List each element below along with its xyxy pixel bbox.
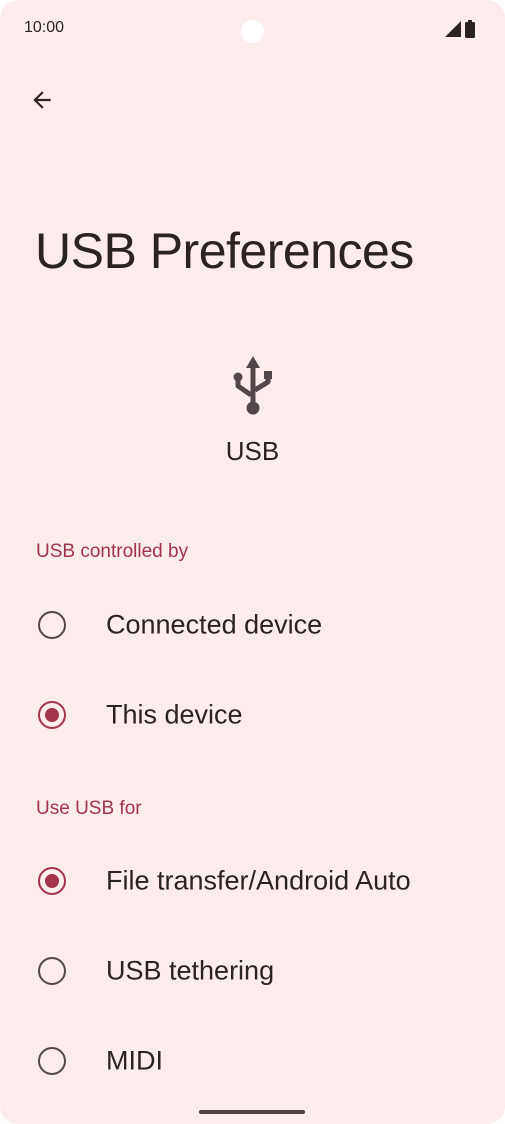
radio-label: File transfer/Android Auto [106,865,411,896]
gesture-nav-handle[interactable] [199,1110,305,1114]
radio-option-this-device[interactable]: This device [0,672,505,758]
section-title-use-for: Use USB for [36,798,142,819]
status-time: 10:00 [24,19,65,36]
camera-cutout [241,20,264,43]
radio-button[interactable] [38,611,66,639]
signal-icon [445,21,461,37]
battery-icon [465,20,475,38]
radio-option-usb-tethering[interactable]: USB tethering [0,928,505,1014]
screen: 10:00 USB Preferences USB USB controlled… [0,0,505,1124]
usb-icon [233,356,272,415]
back-button[interactable] [22,80,62,120]
radio-button[interactable] [38,957,66,985]
usb-label: USB [225,436,280,466]
radio-label: This device [106,699,243,730]
radio-button-selected[interactable] [38,867,66,895]
radio-button-selected[interactable] [38,701,66,729]
radio-label: Connected device [106,609,323,640]
status-bar: 10:00 [0,0,505,60]
radio-option-midi[interactable]: MIDI [0,1018,505,1104]
arrow-back-icon [33,91,51,109]
radio-option-connected-device[interactable]: Connected device [0,582,505,668]
radio-button[interactable] [38,1047,66,1075]
page-title: USB Preferences [35,223,414,279]
radio-label: MIDI [106,1045,163,1076]
radio-option-file-transfer[interactable]: File transfer/Android Auto [0,838,505,924]
section-title-controlled-by: USB controlled by [36,541,189,562]
radio-label: USB tethering [106,955,275,986]
usb-header: USB [0,352,505,467]
